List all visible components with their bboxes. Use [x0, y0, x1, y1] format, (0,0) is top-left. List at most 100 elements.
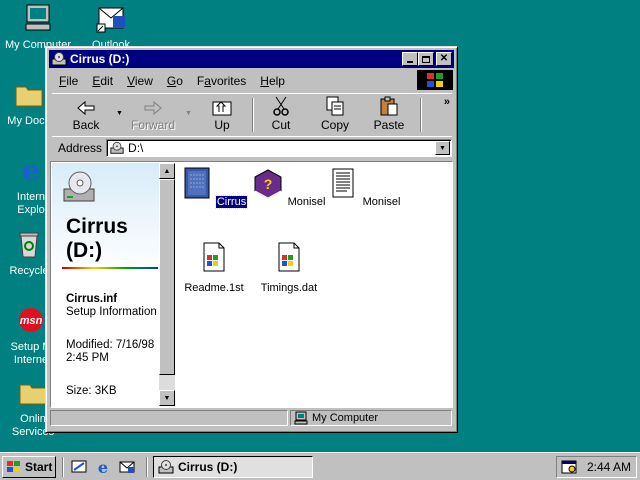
- inf-file-icon: [184, 167, 210, 199]
- taskbar-window-button[interactable]: Cirrus (D:): [153, 456, 313, 478]
- menu-favorites[interactable]: Favorites: [190, 74, 253, 88]
- selected-file-size: Size: 3KB: [66, 385, 117, 397]
- menu-view-rest: iew: [134, 73, 153, 88]
- menu-help[interactable]: Help: [253, 74, 292, 88]
- menu-file[interactable]: File: [52, 74, 85, 88]
- title-bar[interactable]: Cirrus (D:) ✕: [49, 50, 454, 68]
- file-item-readme[interactable]: Readme.1st: [176, 241, 252, 294]
- window-title: Cirrus (D:): [70, 52, 130, 66]
- computer-icon: [294, 411, 308, 425]
- recycle-bin-icon: [19, 232, 39, 258]
- menu-underline: a: [204, 73, 211, 88]
- chevron-down-icon: ▼: [163, 394, 171, 402]
- svg-text:e: e: [22, 154, 40, 186]
- scheduler-icon[interactable]: [561, 459, 577, 475]
- web-view-panel: Cirrus (D:) Cirrus.inf Setup Information…: [52, 163, 159, 406]
- menu-underline: G: [166, 73, 177, 88]
- copy-button[interactable]: Copy: [309, 96, 361, 134]
- menu-underline: H: [260, 73, 269, 88]
- taskbar: Start e Cirrus (D:) 2:44 AM: [0, 452, 640, 480]
- menu-bar: File Edit View Go Favorites Help: [52, 71, 392, 90]
- menu-help-rest: elp: [268, 73, 285, 88]
- address-value: D:\: [128, 141, 144, 155]
- desktop-icon-outlook[interactable]: Outlook: [76, 2, 146, 52]
- show-desktop-icon[interactable]: [70, 458, 88, 476]
- maximize-icon: [422, 55, 430, 63]
- cut-button[interactable]: Cut: [255, 96, 307, 134]
- chevron-down-icon: ▼: [439, 144, 446, 152]
- file-label: Readme.1st: [184, 282, 244, 294]
- windows-flag-icon: [7, 461, 20, 472]
- unknown-file-icon: [203, 242, 225, 272]
- cd-rom-icon: [63, 171, 95, 202]
- scroll-up-button[interactable]: ▲: [159, 163, 175, 179]
- back-label: Back: [72, 118, 100, 132]
- file-item-timings[interactable]: Timings.dat: [251, 241, 327, 294]
- outlook-express-icon[interactable]: [118, 458, 136, 476]
- msn-icon: msn: [19, 308, 43, 332]
- maximize-button[interactable]: [418, 52, 434, 66]
- vertical-scrollbar[interactable]: ▲ ▼: [159, 163, 175, 406]
- scroll-thumb[interactable]: [159, 179, 175, 375]
- status-pane-zone: My Computer: [290, 410, 452, 426]
- start-button[interactable]: Start: [2, 456, 56, 478]
- file-item-monisel-help[interactable]: ? Monisel: [251, 167, 327, 208]
- svg-text:e: e: [98, 458, 108, 476]
- back-dropdown-icon[interactable]: ▼: [116, 110, 123, 117]
- up-label: Up: [214, 118, 230, 132]
- forward-arrow-icon: [144, 100, 162, 116]
- back-arrow-icon: [77, 100, 95, 116]
- cd-drive-icon: [158, 460, 174, 474]
- close-button[interactable]: ✕: [436, 52, 452, 66]
- scroll-down-button[interactable]: ▼: [159, 390, 175, 406]
- file-item-monisel-text[interactable]: Monisel: [326, 167, 402, 208]
- menu-edit[interactable]: Edit: [85, 74, 120, 88]
- address-dropdown-button[interactable]: ▼: [435, 141, 450, 155]
- web-view-divider: [62, 267, 158, 269]
- minimize-button[interactable]: [402, 52, 418, 66]
- paste-button[interactable]: Paste: [363, 96, 415, 134]
- cd-drive-icon: [110, 141, 124, 154]
- cd-drive-icon: [51, 52, 67, 66]
- toolbar-separator: [252, 98, 254, 132]
- selected-file-type: Setup Information: [66, 306, 157, 318]
- minimize-icon: [407, 61, 413, 63]
- help-book-icon: ?: [254, 169, 282, 199]
- unknown-file-icon: [278, 242, 300, 272]
- chevron-up-icon: ▲: [163, 167, 171, 175]
- menu-view[interactable]: View: [120, 74, 160, 88]
- cut-label: Cut: [271, 118, 291, 132]
- paste-label: Paste: [373, 118, 405, 132]
- toolbar-more-chevron[interactable]: »: [444, 96, 450, 108]
- clock[interactable]: 2:44 AM: [587, 460, 631, 474]
- forward-label: Forward: [130, 118, 175, 132]
- file-item-cirrus[interactable]: Cirrus: [176, 167, 252, 209]
- ie-icon: e: [22, 154, 40, 187]
- windows-logo-icon: [417, 70, 453, 90]
- forward-button[interactable]: Forward: [127, 96, 179, 134]
- selected-file-modified: Modified: 7/16/98 2:45 PM: [66, 339, 155, 364]
- toolbar-separator: [420, 98, 422, 132]
- web-view-title-line1: Cirrus: [66, 215, 128, 238]
- web-view-title-line2: (D:): [66, 239, 103, 262]
- start-label: Start: [25, 460, 53, 474]
- status-pane-left: [50, 410, 288, 426]
- back-button[interactable]: Back: [60, 96, 112, 134]
- address-field[interactable]: D:\ ▼: [106, 139, 452, 157]
- desktop-icon-my-computer[interactable]: My Computer: [3, 2, 73, 52]
- menu-file-rest: ile: [66, 73, 79, 88]
- forward-dropdown-icon[interactable]: ▼: [185, 110, 192, 117]
- quicklaunch-separator: [146, 457, 148, 477]
- menu-underline: V: [127, 73, 135, 88]
- menu-go[interactable]: Go: [160, 74, 190, 88]
- svg-text:msn: msn: [20, 315, 43, 327]
- svg-text:?: ?: [263, 176, 272, 192]
- file-label: Monisel: [362, 196, 401, 208]
- clipboard-icon: [380, 96, 398, 116]
- up-button[interactable]: Up: [196, 96, 248, 134]
- selected-file-name: Cirrus.inf: [66, 293, 118, 305]
- file-label: Timings.dat: [260, 282, 318, 294]
- scissors-icon: [273, 96, 289, 116]
- status-bar: My Computer: [50, 410, 453, 428]
- ie-launch-icon[interactable]: e: [94, 458, 112, 476]
